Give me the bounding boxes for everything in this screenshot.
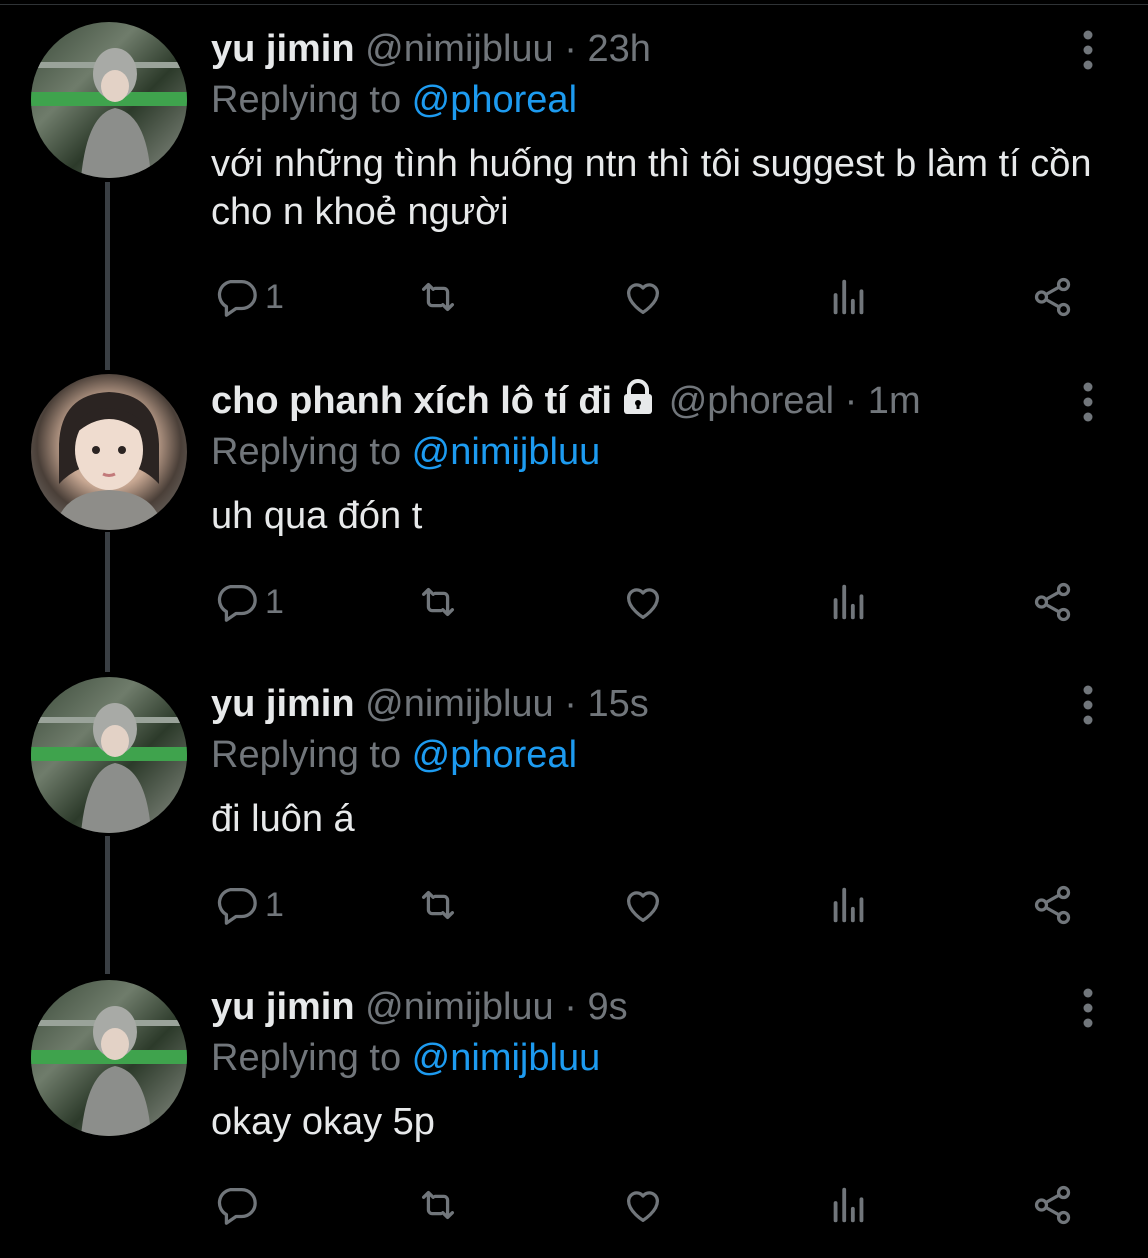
display-name[interactable]: yu jimin	[211, 683, 355, 725]
replying-to: Replying to @nimijbluu	[211, 1035, 600, 1081]
retweet-button[interactable]	[415, 1180, 461, 1230]
handle[interactable]: @nimijbluu	[365, 986, 554, 1028]
avatar[interactable]	[31, 374, 187, 530]
like-button[interactable]	[620, 272, 666, 322]
views-icon	[833, 279, 864, 315]
replying-to: Replying to @phoreal	[211, 77, 577, 123]
tweet-text: uh qua đón t	[211, 495, 423, 537]
share-icon	[1034, 582, 1071, 622]
like-icon	[626, 283, 660, 314]
replying-to: Replying to @nimijbluu	[211, 429, 600, 475]
replying-label: Replying to	[211, 734, 412, 776]
share-button[interactable]	[1030, 272, 1076, 322]
replying-to: Replying to @phoreal	[211, 732, 577, 778]
tweet[interactable]: yu jimin @nimijbluu · 23h Replying to @p…	[0, 0, 1148, 317]
reply-icon	[217, 280, 257, 317]
retweet-button[interactable]	[415, 272, 461, 322]
more-vertical-icon[interactable]	[1074, 28, 1102, 72]
tweet-text: okay okay 5p	[211, 1101, 435, 1143]
retweet-button[interactable]	[415, 577, 461, 627]
tweet-text: đi luôn á	[211, 798, 355, 840]
more-vertical-icon[interactable]	[1074, 683, 1102, 727]
reply-button[interactable]	[213, 1180, 265, 1230]
retweet-icon	[421, 1190, 455, 1220]
mention-link[interactable]: @phoreal	[412, 734, 577, 776]
timestamp[interactable]: · 23h	[564, 28, 651, 70]
views-button[interactable]	[826, 272, 872, 322]
like-icon	[626, 891, 660, 922]
tweet-header: yu jimin @nimijbluu · 15s	[211, 681, 649, 727]
reply-icon	[217, 585, 257, 622]
mention-link[interactable]: @phoreal	[412, 79, 577, 121]
tweet-header: yu jimin @nimijbluu · 9s	[211, 984, 628, 1030]
more-vertical-icon[interactable]	[1074, 986, 1102, 1030]
reply-button[interactable]: 1	[213, 272, 284, 322]
avatar[interactable]	[31, 980, 187, 1136]
retweet-icon	[421, 282, 455, 312]
replying-label: Replying to	[211, 431, 412, 473]
tweet[interactable]: yu jimin @nimijbluu · 15s Replying to @p…	[0, 655, 1148, 955]
share-icon	[1034, 885, 1071, 925]
more-vertical-icon[interactable]	[1074, 380, 1102, 424]
avatar[interactable]	[31, 677, 187, 833]
views-button[interactable]	[826, 577, 872, 627]
reply-count: 1	[265, 582, 284, 621]
reply-count: 1	[265, 885, 284, 924]
avatar-yu-jimin	[31, 1006, 187, 1136]
retweet-icon	[421, 587, 455, 617]
like-button[interactable]	[620, 880, 666, 930]
replying-label: Replying to	[211, 1037, 412, 1079]
timestamp[interactable]: · 1m	[845, 380, 921, 422]
reply-button[interactable]: 1	[213, 577, 284, 627]
reply-button[interactable]: 1	[213, 880, 284, 930]
display-name[interactable]: cho phanh xích lô tí đi	[211, 380, 612, 422]
mention-link[interactable]: @nimijbluu	[412, 1037, 601, 1079]
views-button[interactable]	[826, 1180, 872, 1230]
like-button[interactable]	[620, 577, 666, 627]
reply-icon	[217, 888, 257, 925]
timestamp[interactable]: · 15s	[564, 683, 648, 725]
mention-link[interactable]: @nimijbluu	[412, 431, 601, 473]
share-icon	[1034, 277, 1071, 317]
views-icon	[833, 887, 864, 923]
share-icon	[1034, 1185, 1071, 1225]
avatar-yu-jimin	[31, 703, 187, 833]
action-bar	[0, 1180, 1148, 1230]
views-icon	[833, 584, 864, 620]
display-name[interactable]: yu jimin	[211, 28, 355, 70]
handle[interactable]: @nimijbluu	[365, 28, 554, 70]
replying-label: Replying to	[211, 79, 412, 121]
retweet-button[interactable]	[415, 880, 461, 930]
tweet-text: với những tình huống ntn thì tôi suggest…	[211, 143, 1092, 233]
avatar-yu-jimin	[31, 48, 187, 178]
like-icon	[626, 588, 660, 619]
tweet-header: cho phanh xích lô tí đi @phoreal · 1m	[211, 378, 921, 426]
retweet-icon	[421, 890, 455, 920]
share-button[interactable]	[1030, 880, 1076, 930]
handle[interactable]: @phoreal	[669, 380, 834, 422]
avatar-cho-phanh	[55, 392, 163, 530]
lock-icon	[618, 379, 658, 426]
action-bar: 1	[0, 880, 1148, 930]
reply-icon	[217, 1188, 257, 1225]
timestamp[interactable]: · 9s	[564, 986, 627, 1028]
handle[interactable]: @nimijbluu	[365, 683, 554, 725]
share-button[interactable]	[1030, 1180, 1076, 1230]
tweet[interactable]: yu jimin @nimijbluu · 9s Replying to @ni…	[0, 958, 1148, 1258]
share-button[interactable]	[1030, 577, 1076, 627]
views-icon	[833, 1187, 864, 1223]
display-name[interactable]: yu jimin	[211, 986, 355, 1028]
tweet[interactable]: cho phanh xích lô tí đi @phoreal · 1m Re…	[0, 352, 1148, 652]
like-icon	[626, 1191, 660, 1222]
avatar[interactable]	[31, 22, 187, 178]
views-button[interactable]	[826, 880, 872, 930]
tweet-header: yu jimin @nimijbluu · 23h	[211, 26, 651, 72]
reply-count: 1	[265, 277, 284, 316]
action-bar: 1	[0, 577, 1148, 627]
action-bar: 1	[0, 272, 1148, 322]
like-button[interactable]	[620, 1180, 666, 1230]
